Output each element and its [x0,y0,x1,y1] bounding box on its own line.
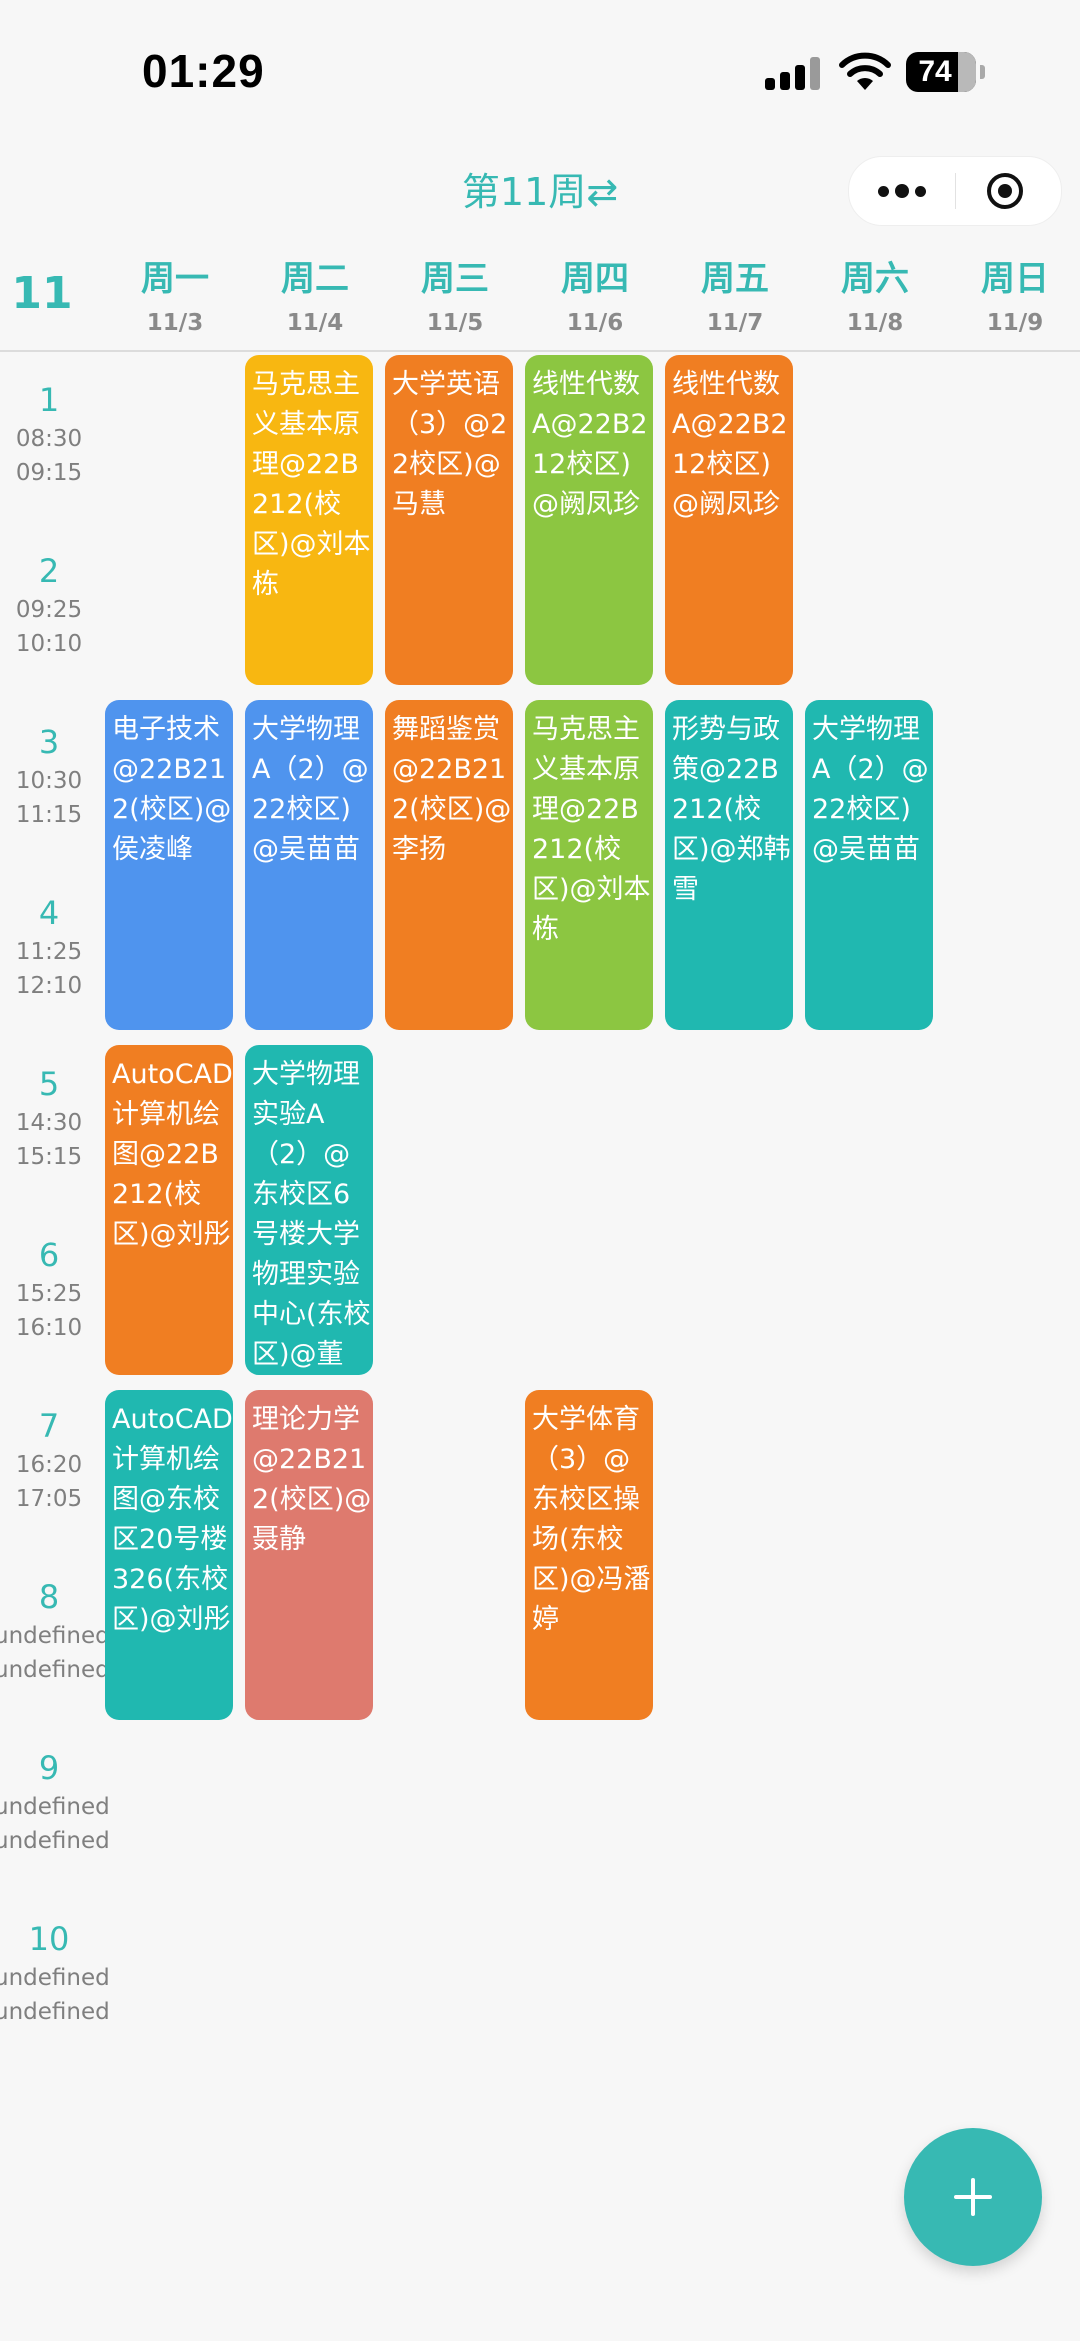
slot-end-time: 16:10 [15,1315,83,1341]
slot-start-time: 10:30 [15,768,83,794]
slot-number: 4 [38,894,60,932]
time-slot: 8 undefined undefined [0,1575,110,1687]
slot-end-time: undefined [0,1999,110,2025]
day-header: 周六 11/8 [805,256,945,340]
current-week-number: 11 [11,268,73,319]
status-bar: 01:29 74 [0,0,1080,140]
course-card[interactable]: AutoCAD计算机绘图@22B212(校区)@刘彤 [105,1045,233,1375]
slot-end-time: undefined [0,1657,110,1683]
course-card[interactable]: 马克思主义基本原理@22B212(校区)@刘本栋 [525,700,653,1030]
day-name: 周二 [281,259,349,299]
battery-level: 74 [918,55,952,88]
day-date: 11/6 [566,310,624,336]
signal-icon [765,56,821,90]
day-header: 周五 11/7 [665,256,805,340]
time-slot: 3 10:30 11:15 [0,720,104,832]
status-time: 01:29 [142,45,265,97]
day-header: 周三 11/5 [385,256,525,340]
slot-start-time: undefined [0,1623,110,1649]
course-card[interactable]: 大学物理A（2）@22校区)@吴苗苗 [245,700,373,1030]
day-header: 周四 11/6 [525,256,665,340]
course-card[interactable]: AutoCAD计算机绘图@东校区20号楼326(东校区)@刘彤 [105,1390,233,1720]
day-name: 周四 [561,259,629,299]
course-card[interactable]: 马克思主义基本原理@22B212(校区)@刘本栋 [245,355,373,685]
slot-start-time: 16:20 [15,1452,83,1478]
day-header: 周二 11/4 [245,256,385,340]
wifi-icon [839,52,891,90]
slot-end-time: 09:15 [15,460,83,486]
capsule-divider [955,173,956,209]
day-date: 11/4 [286,310,344,336]
slot-number: 7 [38,1407,60,1445]
day-date: 11/3 [146,310,204,336]
day-header: 周一 11/3 [105,256,245,340]
course-card[interactable]: 线性代数A@22B212校区)@阙凤珍 [525,355,653,685]
time-slot: 1 08:30 09:15 [0,378,104,490]
slot-start-time: undefined [0,1965,110,1991]
header-divider [0,350,1080,352]
course-card[interactable]: 大学英语（3）@22校区)@马慧 [385,355,513,685]
add-course-button[interactable] [904,2128,1042,2266]
course-card[interactable]: 大学体育（3）@东校区操场(东校区)@冯潘婷 [525,1390,653,1720]
slot-end-time: 15:15 [15,1144,83,1170]
day-name: 周六 [841,259,909,299]
slot-number: 6 [38,1236,60,1274]
slot-end-time: 10:10 [15,631,83,657]
time-slot: 4 11:25 12:10 [0,891,104,1003]
slot-end-time: 12:10 [15,973,83,999]
day-name: 周五 [701,259,769,299]
day-name: 周三 [421,259,489,299]
slot-number: 3 [38,723,60,761]
course-card[interactable]: 理论力学@22B212(校区)@聂静 [245,1390,373,1720]
slot-end-time: 17:05 [15,1486,83,1512]
time-slot: 7 16:20 17:05 [0,1404,104,1516]
slot-start-time: 11:25 [15,939,83,965]
course-card[interactable]: 大学物理A（2）@22校区)@吴苗苗 [805,700,933,1030]
day-date: 11/5 [426,310,484,336]
time-slot: 9 undefined undefined [0,1746,110,1858]
slot-end-time: undefined [0,1828,110,1854]
battery-icon: 74 [906,52,985,92]
day-header: 周日 11/9 [945,256,1080,340]
slot-number: 8 [38,1578,60,1616]
day-date: 11/8 [846,310,904,336]
slot-start-time: 08:30 [15,426,83,452]
slot-start-time: 14:30 [15,1110,83,1136]
course-card[interactable]: 大学物理实验A（2）@东校区6号楼大学物理实验中心(东校区)@董 [245,1045,373,1375]
day-date: 11/7 [706,310,764,336]
course-card[interactable]: 线性代数A@22B212校区)@阙凤珍 [665,355,793,685]
more-icon[interactable] [871,169,933,213]
slot-number: 2 [38,552,60,590]
week-switch-title[interactable]: 第11周⇄ [420,165,660,219]
time-slot: 10 undefined undefined [0,1917,110,2029]
course-card[interactable]: 电子技术@22B212(校区)@侯凌峰 [105,700,233,1030]
mini-program-capsule [848,156,1062,226]
slot-start-time: undefined [0,1794,110,1820]
slot-end-time: 11:15 [15,802,83,828]
day-name: 周日 [981,259,1049,299]
time-slot: 5 14:30 15:15 [0,1062,104,1174]
slot-number: 9 [38,1749,60,1787]
day-name: 周一 [141,259,209,299]
slot-number: 5 [38,1065,60,1103]
target-icon[interactable] [985,171,1025,211]
day-date: 11/9 [986,310,1044,336]
slot-number: 10 [28,1920,70,1958]
course-card[interactable]: 形势与政策@22B212(校区)@郑韩雪 [665,700,793,1030]
time-slot: 6 15:25 16:10 [0,1233,104,1345]
slot-number: 1 [38,381,60,419]
slot-start-time: 15:25 [15,1281,83,1307]
course-card[interactable]: 舞蹈鉴赏@22B212(校区)@李扬 [385,700,513,1030]
time-slot: 2 09:25 10:10 [0,549,104,661]
slot-start-time: 09:25 [15,597,83,623]
